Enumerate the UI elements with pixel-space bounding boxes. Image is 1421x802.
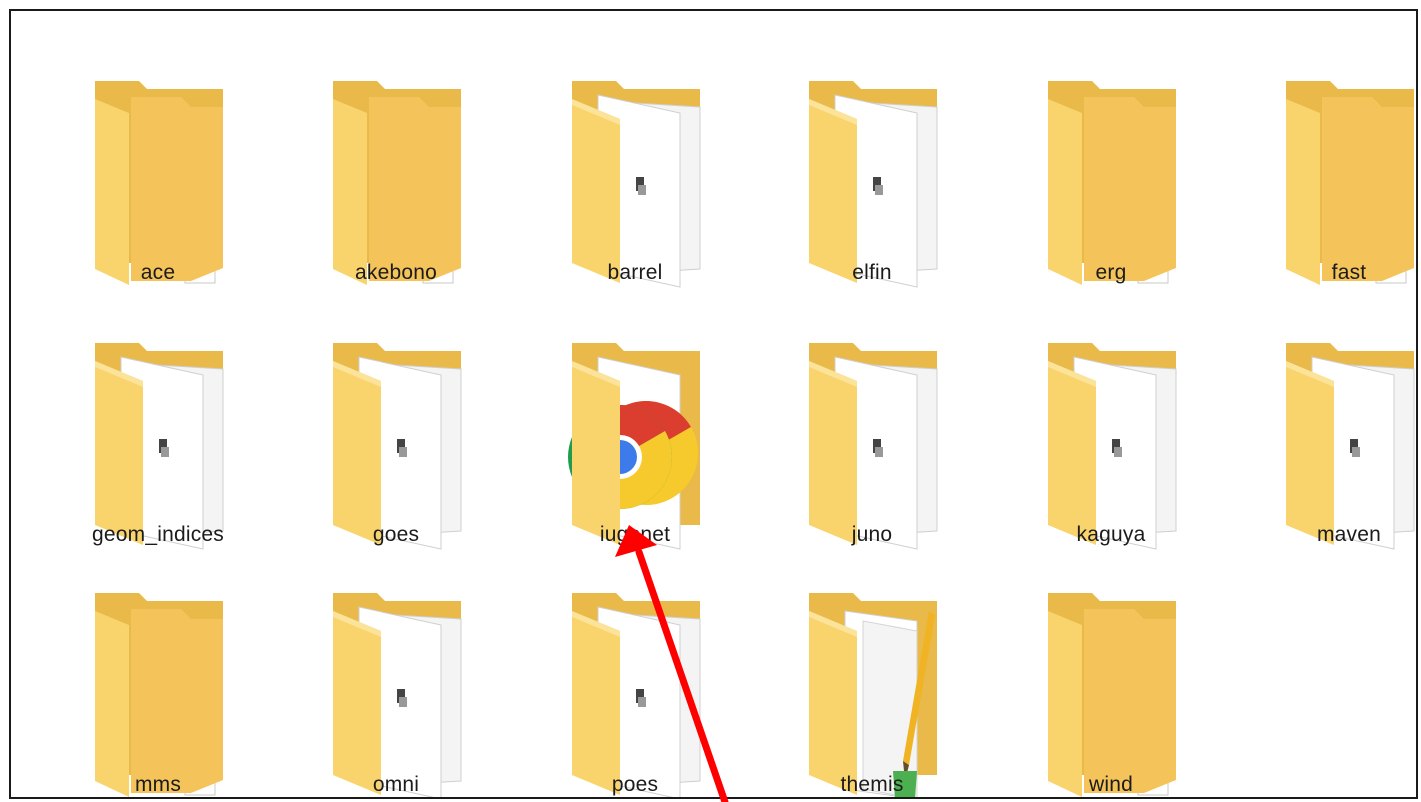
folder-item-omni[interactable]: omni [311,551,481,797]
folder-item-themis[interactable]: themis [787,551,957,797]
folder-item-goes[interactable]: goes [311,301,481,550]
folder-docs-icon [95,81,223,285]
folder-item-poes[interactable]: poes [550,551,720,797]
folder-file-icon [1048,343,1177,550]
folder-label: ace [140,261,176,284]
folder-item-akebono[interactable]: akebono [311,39,481,285]
folder-label: kaguya [1076,523,1146,546]
folder-label: wind [1089,773,1133,796]
folder-docs-icon [1048,81,1176,285]
folder-item-elfin[interactable]: elfin [787,39,957,288]
folder-chrome-icon [568,343,700,550]
folder-docs-icon [95,593,223,797]
folder-docs-icon [333,81,461,285]
folder-item-juno[interactable]: juno [787,301,957,550]
folder-file-icon [809,343,938,550]
folder-label: juno [851,523,893,546]
folder-item-geom-indices[interactable]: geom_indices [73,301,243,550]
folder-label: goes [372,523,420,546]
folder-file-icon [333,593,462,797]
folder-item-mms[interactable]: mms [73,551,243,797]
folder-file-icon [572,593,701,797]
folder-item-wind[interactable]: wind [1026,551,1196,797]
folder-item-fast[interactable]: fast [1264,39,1416,285]
folder-file-icon [809,81,938,288]
folder-docs-icon [1286,81,1414,285]
folder-label: iugonet [599,523,671,546]
folder-item-kaguya[interactable]: kaguya [1026,301,1196,550]
folder-label: omni [372,773,420,796]
folder-item-ace[interactable]: ace [73,39,243,285]
folder-label: fast [1331,261,1367,284]
folder-docs-icon [1048,593,1176,797]
folder-label: akebono [355,261,437,284]
explorer-window: ace akebono barrel elfin erg fast geom_indices… [9,9,1418,799]
folder-label: themis [840,773,904,796]
folder-label: geom_indices [92,523,224,546]
folder-file-icon [572,81,701,288]
folder-file-icon [333,343,462,550]
folder-item-maven[interactable]: maven [1264,301,1416,550]
folder-item-barrel[interactable]: barrel [550,39,720,288]
folder-label: maven [1316,523,1382,546]
folder-file-icon [95,343,224,550]
folder-label: barrel [607,261,663,284]
folder-item-erg[interactable]: erg [1026,39,1196,285]
folder-label: poes [611,773,659,796]
folder-file-icon [1286,343,1415,550]
folder-label: mms [134,773,182,796]
folder-label: elfin [852,261,892,284]
folder-label: erg [1095,261,1127,284]
folder-pencil-icon [809,593,937,797]
folder-item-iugonet[interactable]: iugonet [550,301,720,550]
